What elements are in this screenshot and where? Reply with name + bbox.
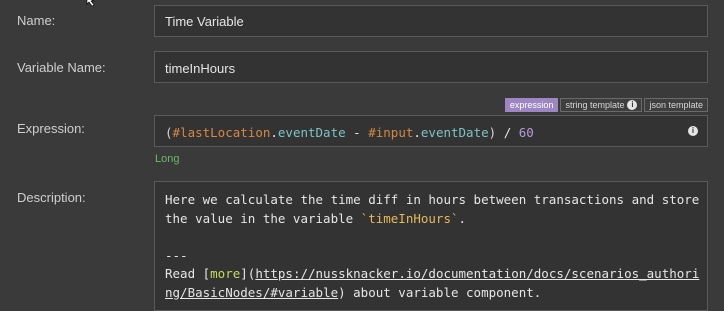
expression-editor[interactable]: (#lastLocation.eventDate - #input.eventD… xyxy=(154,115,708,147)
mouse-cursor-icon xyxy=(86,0,95,6)
name-label: Name: xyxy=(17,13,56,28)
name-input[interactable]: Time Variable xyxy=(154,5,708,37)
tab-string-template[interactable]: string template i xyxy=(560,98,643,112)
name-value: Time Variable xyxy=(165,14,244,29)
variable-name-input[interactable]: timeInHours xyxy=(154,51,708,83)
expression-info-icon[interactable]: i xyxy=(688,126,698,136)
info-icon[interactable]: i xyxy=(627,100,638,110)
variable-name-value: timeInHours xyxy=(165,61,236,76)
expression-type-hint: Long xyxy=(155,153,180,165)
description-label: Description: xyxy=(17,190,86,205)
tab-json-template[interactable]: json template xyxy=(644,98,708,112)
description-text: Here we calculate the time diff in hours… xyxy=(165,192,700,300)
expression-mode-tabs: expression string template i json templa… xyxy=(504,98,708,112)
tab-expression[interactable]: expression xyxy=(504,98,559,112)
expression-label: Expression: xyxy=(17,121,85,136)
expression-code: (#lastLocation.eventDate - #input.eventD… xyxy=(165,125,534,140)
variable-name-label: Variable Name: xyxy=(17,60,106,75)
description-textarea[interactable]: Here we calculate the time diff in hours… xyxy=(154,181,708,311)
